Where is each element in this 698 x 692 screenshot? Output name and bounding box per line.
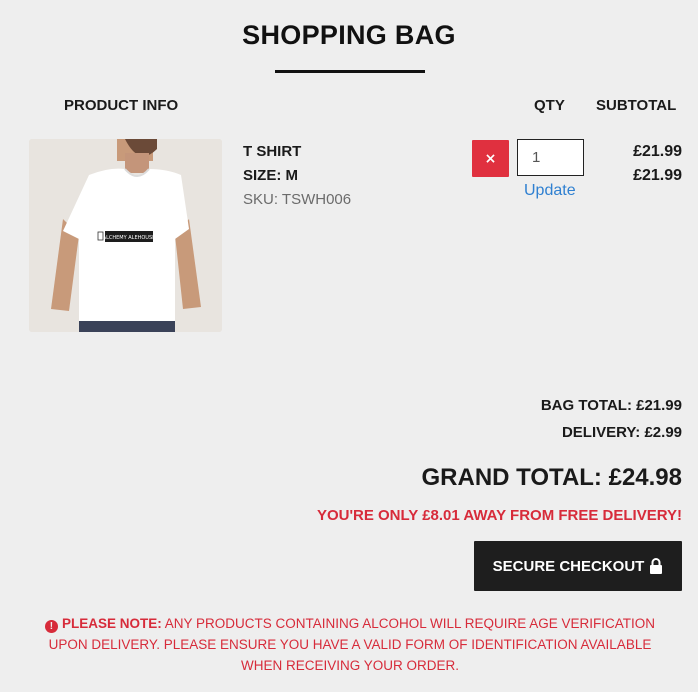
product-name[interactable]: T SHIRT <box>243 143 301 160</box>
column-header-subtotal: SUBTOTAL <box>596 97 677 114</box>
title-underline <box>275 70 425 73</box>
secure-checkout-button[interactable]: SECURE CHECKOUT <box>474 541 682 591</box>
column-header-qty: QTY <box>534 97 565 114</box>
unit-price: £21.99 <box>633 143 682 160</box>
notice-label: PLEASE NOTE: <box>61 616 162 631</box>
column-header-product-info: PRODUCT INFO <box>64 97 179 114</box>
close-icon: × <box>484 150 497 167</box>
lock-icon <box>650 558 663 574</box>
grand-total: GRAND TOTAL: £24.98 <box>421 464 683 491</box>
delivery-cost: DELIVERY: £2.99 <box>561 424 682 441</box>
free-delivery-message: YOU'RE ONLY £8.01 AWAY FROM FREE DELIVER… <box>316 507 682 524</box>
shirt-print-text: ALCHEMY ALEHOUSE <box>103 235 156 241</box>
product-sku: SKU: TSWH006 <box>243 191 352 208</box>
bag-total: BAG TOTAL: £21.99 <box>540 397 682 414</box>
quantity-input[interactable] <box>517 139 584 176</box>
remove-item-button[interactable]: × <box>472 140 509 177</box>
tshirt-product-photo: ALCHEMY ALEHOUSE <box>29 139 222 332</box>
update-quantity-link[interactable]: Update <box>524 182 576 200</box>
product-size: SIZE: M <box>243 167 298 184</box>
alcohol-notice: ! PLEASE NOTE: ANY PRODUCTS CONTAINING AL… <box>30 613 670 676</box>
product-image[interactable]: ALCHEMY ALEHOUSE <box>29 139 222 332</box>
page-title: SHOPPING BAG <box>242 20 456 50</box>
line-subtotal: £21.99 <box>633 167 682 184</box>
checkout-label: SECURE CHECKOUT <box>492 557 645 575</box>
alert-icon: ! <box>44 620 58 633</box>
